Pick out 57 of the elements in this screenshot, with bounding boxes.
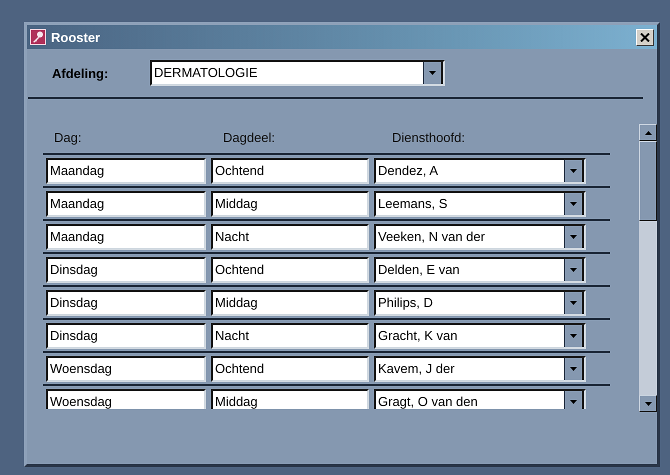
supervisor-dropdown[interactable]: Gracht, K van	[374, 322, 586, 348]
down-arrow-icon	[644, 402, 652, 406]
dropdown-button[interactable]	[564, 390, 584, 409]
part-of-day-field[interactable]: Middag	[211, 290, 369, 316]
supervisor-dropdown[interactable]: Kavem, J der	[374, 356, 586, 382]
day-field[interactable]: Maandag	[46, 224, 206, 250]
supervisor-dropdown[interactable]: Gragt, O van den	[374, 388, 586, 409]
caret-icon	[429, 71, 436, 75]
part-of-day-field[interactable]: Ochtend	[211, 256, 369, 282]
department-dropdown[interactable]: DERMATOLOGIE	[150, 60, 445, 86]
part-of-day-field[interactable]: Nacht	[211, 322, 369, 348]
up-arrow-icon	[644, 130, 652, 134]
field-label: Afdeling:	[52, 66, 110, 80]
day-field[interactable]: Dinsdag	[46, 322, 206, 348]
dropdown-button[interactable]	[423, 62, 443, 84]
dropdown-button[interactable]	[564, 160, 584, 182]
column-header: Dag:	[53, 130, 82, 145]
supervisor-dropdown[interactable]: Dendez, A	[374, 158, 586, 184]
dropdown-button[interactable]	[564, 226, 584, 248]
scroll-down-button[interactable]	[639, 395, 657, 412]
supervisor-dropdown[interactable]: Delden, E van	[374, 256, 586, 282]
day-field[interactable]: Woensdag	[46, 356, 206, 382]
part-of-day-field[interactable]: Middag	[211, 388, 369, 409]
scroll-up-button[interactable]	[639, 124, 657, 141]
close-button[interactable]	[636, 28, 654, 46]
scrollbar[interactable]	[639, 124, 657, 412]
dropdown-button[interactable]	[564, 324, 584, 346]
day-field[interactable]: Dinsdag	[46, 256, 206, 282]
part-of-day-field[interactable]: Nacht	[211, 224, 369, 250]
close-icon	[640, 32, 650, 42]
supervisor-dropdown[interactable]: Veeken, N van der	[374, 224, 586, 250]
part-of-day-field[interactable]: Middag	[211, 190, 369, 216]
caret-icon	[570, 400, 577, 404]
caret-icon	[570, 334, 577, 338]
part-of-day-field[interactable]: Ochtend	[211, 158, 369, 184]
caret-icon	[570, 300, 577, 304]
caret-icon	[570, 366, 577, 370]
day-field[interactable]: Maandag	[46, 158, 206, 184]
dropdown-button[interactable]	[564, 292, 584, 314]
dropdown-button[interactable]	[564, 192, 584, 214]
caret-icon	[570, 202, 577, 206]
window-title: Rooster	[51, 30, 102, 44]
day-field[interactable]: Woensdag	[46, 388, 206, 409]
supervisor-dropdown[interactable]: Leemans, S	[374, 190, 586, 216]
caret-icon	[570, 234, 577, 238]
column-header: Dagdeel:	[222, 130, 276, 145]
day-field[interactable]: Maandag	[46, 190, 206, 216]
column-header: Diensthoofd:	[391, 130, 465, 145]
day-field[interactable]: Dinsdag	[46, 290, 206, 316]
part-of-day-field[interactable]: Ochtend	[211, 356, 369, 382]
caret-icon	[570, 268, 577, 272]
dropdown-button[interactable]	[564, 358, 584, 380]
dropdown-button[interactable]	[564, 258, 584, 280]
scroll-thumb[interactable]	[639, 141, 657, 221]
supervisor-dropdown[interactable]: Philips, D	[374, 290, 586, 316]
key-icon	[30, 29, 46, 45]
caret-icon	[570, 168, 577, 172]
